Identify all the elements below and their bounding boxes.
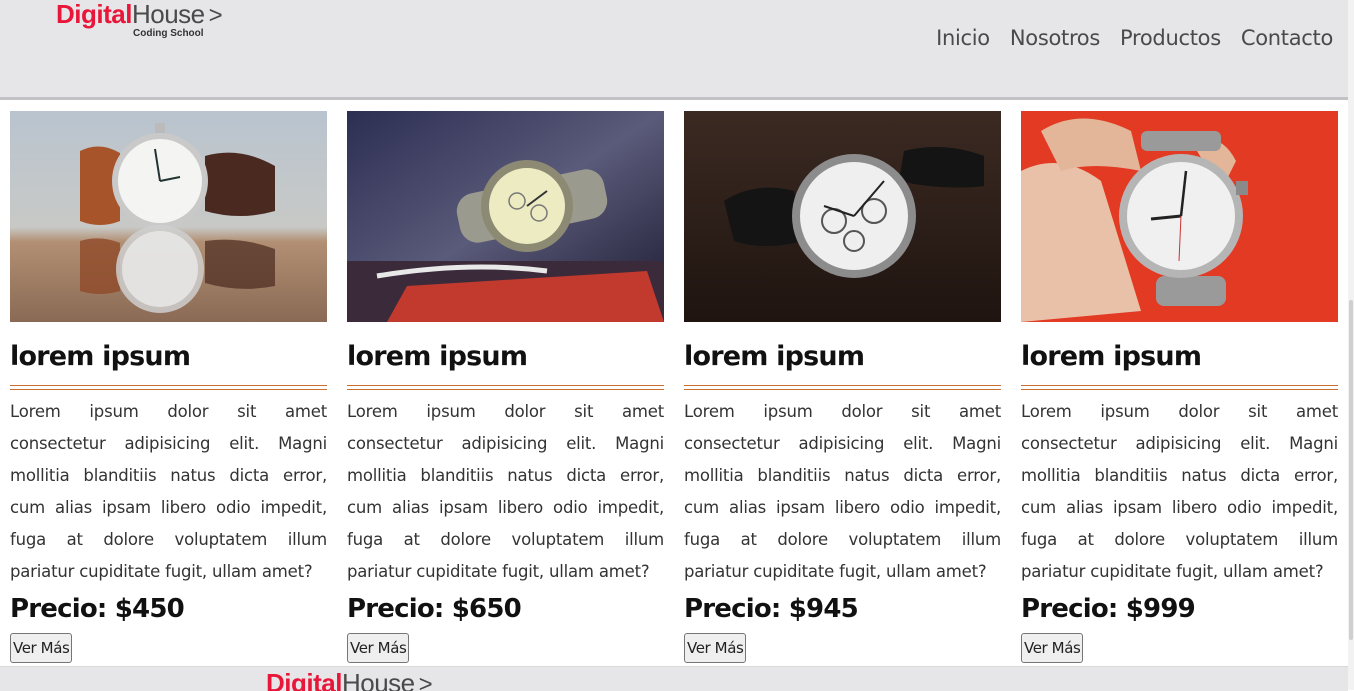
product-price: Precio: $650 [347,594,522,624]
product-card: lorem ipsum Lorem ipsum dolor sit amet c… [347,111,664,663]
title-divider [10,385,327,390]
product-price: Precio: $945 [684,594,859,624]
product-title: lorem ipsum [10,341,191,372]
ver-mas-button[interactable]: Ver Más [684,633,747,663]
logo-house-text: House [131,0,205,29]
title-divider [347,385,664,390]
product-image-watch-metal [347,111,664,322]
site-header: Digital House > Coding School Inicio Nosot… [0,0,1348,100]
nav-item-contacto[interactable]: Contacto [1241,26,1333,50]
ver-mas-button[interactable]: Ver Más [10,633,73,663]
logo-chevron-icon: > [208,2,223,29]
footer-logo-house: House [341,668,415,691]
main-nav: Inicio Nosotros Productos Contacto [936,26,1333,50]
page-scrollbar[interactable] [1348,0,1354,690]
product-card: lorem ipsum Lorem ipsum dolor sit amet c… [1021,111,1338,663]
product-title: lorem ipsum [347,341,528,372]
product-card: lorem ipsum Lorem ipsum dolor sit amet c… [684,111,1001,663]
product-image-watch-leather [10,111,327,322]
product-title: lorem ipsum [1021,341,1202,372]
product-description: Lorem ipsum dolor sit amet consectetur a… [684,402,1001,581]
scrollbar-thumb[interactable] [1349,300,1353,640]
logo-digital-text: Digital [56,0,132,29]
footer-logo-chevron-icon: > [418,671,433,691]
logo-subtitle: Coding School [133,28,204,39]
site-footer: Digital House > [0,666,1348,691]
nav-item-inicio[interactable]: Inicio [936,26,990,50]
digitalhouse-logo[interactable]: Digital House > Coding School [56,0,223,39]
title-divider [684,385,1001,390]
product-card: lorem ipsum Lorem ipsum dolor sit amet c… [10,111,327,663]
ver-mas-button[interactable]: Ver Más [1021,633,1084,663]
product-description: Lorem ipsum dolor sit amet consectetur a… [347,402,664,581]
product-image-watch-chronograph [684,111,1001,322]
ver-mas-button[interactable]: Ver Más [347,633,410,663]
product-description: Lorem ipsum dolor sit amet consectetur a… [10,402,327,581]
title-divider [1021,385,1338,390]
nav-item-productos[interactable]: Productos [1120,26,1221,50]
footer-logo[interactable]: Digital House > [266,668,433,691]
product-description: Lorem ipsum dolor sit amet consectetur a… [1021,402,1338,581]
product-price: Precio: $999 [1021,594,1196,624]
product-grid: lorem ipsum Lorem ipsum dolor sit amet c… [10,111,1338,663]
nav-item-nosotros[interactable]: Nosotros [1010,26,1100,50]
product-image-watch-in-hand [1021,111,1338,322]
product-price: Precio: $450 [10,594,185,624]
product-title: lorem ipsum [684,341,865,372]
footer-logo-digital: Digital [266,668,342,691]
